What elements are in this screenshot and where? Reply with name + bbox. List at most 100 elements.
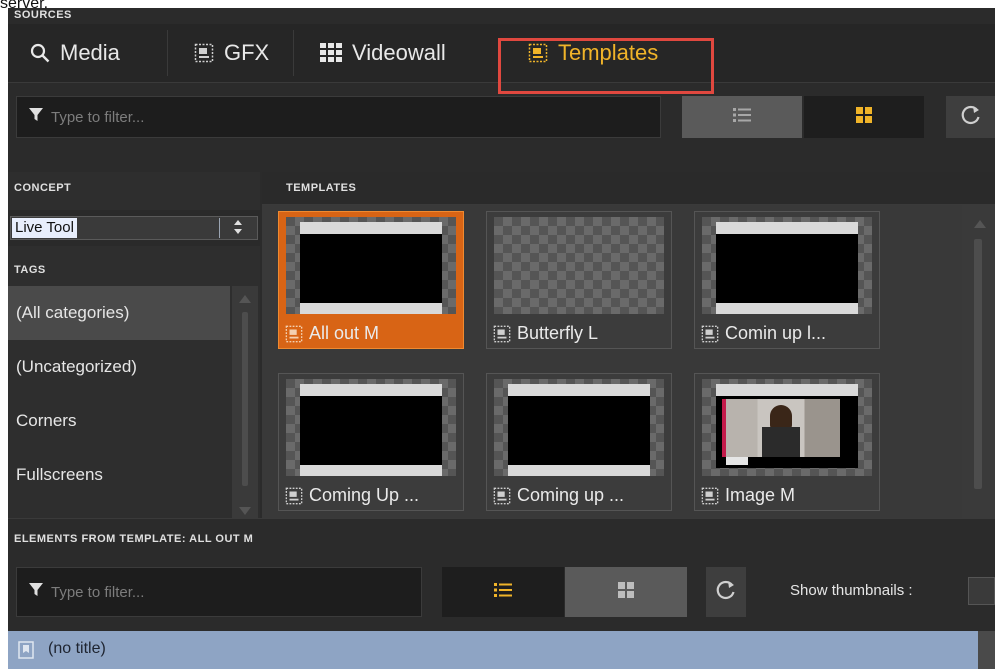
template-name: Coming Up ... xyxy=(309,485,420,505)
tags-scroll-thumb[interactable] xyxy=(242,312,248,486)
template-preview xyxy=(286,217,456,314)
grid-icon xyxy=(320,43,342,63)
preview-frame xyxy=(508,389,650,468)
tag-label: Fullscreens xyxy=(16,465,103,484)
grid-view-button[interactable] xyxy=(804,96,924,138)
select-divider xyxy=(219,218,220,238)
preview-frame xyxy=(300,389,442,468)
template-label: Coming Up ... xyxy=(285,485,419,506)
show-thumbnails-checkbox[interactable] xyxy=(968,577,995,605)
preview-stripe xyxy=(300,465,442,476)
template-icon xyxy=(493,487,511,505)
show-thumbnails-label: Show thumbnails : xyxy=(790,582,913,599)
preview-stripe xyxy=(300,303,442,314)
elements-filter-input[interactable]: Type to filter... xyxy=(16,567,422,617)
preview-frame xyxy=(300,227,442,306)
tag-uncategorized[interactable]: (Uncategorized) xyxy=(8,340,230,394)
template-preview xyxy=(702,379,872,476)
preview-stripe xyxy=(300,222,442,234)
template-card[interactable]: Coming Up ... xyxy=(278,373,464,511)
template-icon xyxy=(701,487,719,505)
tab-templates[interactable]: Templates xyxy=(528,24,658,82)
template-icon xyxy=(528,43,548,63)
grid-icon xyxy=(856,106,872,128)
tag-label: (All categories) xyxy=(16,303,130,322)
template-card[interactable]: Butterfly L xyxy=(486,211,672,349)
template-label: Coming up ... xyxy=(493,485,624,506)
template-filter-input[interactable]: Type to filter... xyxy=(16,96,661,138)
tab-gfx[interactable]: GFX xyxy=(194,24,269,82)
filter-icon xyxy=(29,583,43,601)
tag-label: (Uncategorized) xyxy=(16,357,137,376)
tag-corners[interactable]: Corners xyxy=(8,394,230,448)
template-icon xyxy=(285,487,303,505)
template-card[interactable]: All out M xyxy=(278,211,464,349)
templates-header: TEMPLATES xyxy=(286,182,357,194)
filter-placeholder: Type to filter... xyxy=(51,583,145,601)
filter-icon xyxy=(29,108,43,126)
concept-select[interactable]: Live Tool xyxy=(10,216,258,240)
template-name: Coming up ... xyxy=(517,485,625,505)
elements-refresh-button[interactable] xyxy=(706,567,746,617)
elements-scrollbar[interactable] xyxy=(978,631,995,669)
template-name: All out M xyxy=(309,323,380,343)
tag-label: Corners xyxy=(16,411,77,430)
templates-scrollbar[interactable] xyxy=(962,205,995,518)
preview-photo xyxy=(722,399,840,457)
templates-area: TEMPLATES All out M Butterfly L Comin up… xyxy=(262,172,995,518)
preview-stripe xyxy=(716,222,858,234)
tag-all-categories[interactable]: (All categories) xyxy=(8,286,230,340)
concept-sidebar: CONCEPT Live Tool TAGS (All categories) … xyxy=(8,172,260,518)
source-tabs: Media GFX Videowall Templates xyxy=(8,24,995,94)
tab-media[interactable]: Media xyxy=(30,24,120,82)
templates-scroll-thumb[interactable] xyxy=(974,239,982,489)
sources-header: SOURCES xyxy=(14,9,72,21)
list-view-button[interactable] xyxy=(682,96,802,138)
element-row[interactable]: (no title) xyxy=(8,631,978,669)
scroll-up-icon[interactable] xyxy=(239,290,251,308)
tab-divider xyxy=(167,30,168,76)
tag-fullscreens[interactable]: Fullscreens xyxy=(8,448,230,502)
elements-list-view-button[interactable] xyxy=(442,567,564,617)
sources-panel: SOURCES Media GFX Videowall Templates Ty… xyxy=(8,8,995,669)
tab-gfx-label: GFX xyxy=(224,40,270,65)
clipped-top-text: server. xyxy=(0,0,48,8)
elements-grid-view-button[interactable] xyxy=(565,567,687,617)
preview-stripe xyxy=(508,465,650,476)
tab-media-label: Media xyxy=(60,40,120,65)
template-preview xyxy=(702,217,872,314)
template-label: Butterfly L xyxy=(493,323,598,344)
scroll-up-icon[interactable] xyxy=(974,215,986,233)
preview-caption xyxy=(726,457,748,465)
refresh-button[interactable] xyxy=(946,96,995,138)
elements-header: ELEMENTS FROM TEMPLATE: ALL OUT M xyxy=(14,533,254,545)
tab-templates-label: Templates xyxy=(558,40,659,65)
templates-grid: All out M Butterfly L Comin up l... Comi… xyxy=(262,205,962,518)
tab-videowall[interactable]: Videowall xyxy=(320,24,446,82)
grid-icon xyxy=(618,581,634,603)
template-card[interactable]: Comin up l... xyxy=(694,211,880,349)
concept-header: CONCEPT xyxy=(14,182,72,194)
template-card[interactable]: Coming up ... xyxy=(486,373,672,511)
template-icon xyxy=(493,325,511,343)
tags-scrollbar[interactable] xyxy=(232,286,258,518)
list-icon xyxy=(494,582,512,603)
template-icon xyxy=(194,43,214,63)
preview-stripe xyxy=(508,384,650,396)
template-preview xyxy=(494,379,664,476)
template-label: Comin up l... xyxy=(701,323,826,344)
tags-header: TAGS xyxy=(14,264,46,276)
preview-stripe xyxy=(716,384,858,396)
template-card[interactable]: Image M xyxy=(694,373,880,511)
tab-videowall-label: Videowall xyxy=(352,40,446,65)
concept-selected-value: Live Tool xyxy=(12,218,77,238)
template-name: Image M xyxy=(725,485,796,505)
template-preview xyxy=(286,379,456,476)
template-name: Comin up l... xyxy=(725,323,827,343)
template-preview xyxy=(494,217,664,314)
refresh-icon xyxy=(715,579,737,606)
search-icon xyxy=(30,43,50,63)
template-icon xyxy=(701,325,719,343)
preview-stripe xyxy=(716,303,858,314)
template-name: Butterfly L xyxy=(517,323,599,343)
